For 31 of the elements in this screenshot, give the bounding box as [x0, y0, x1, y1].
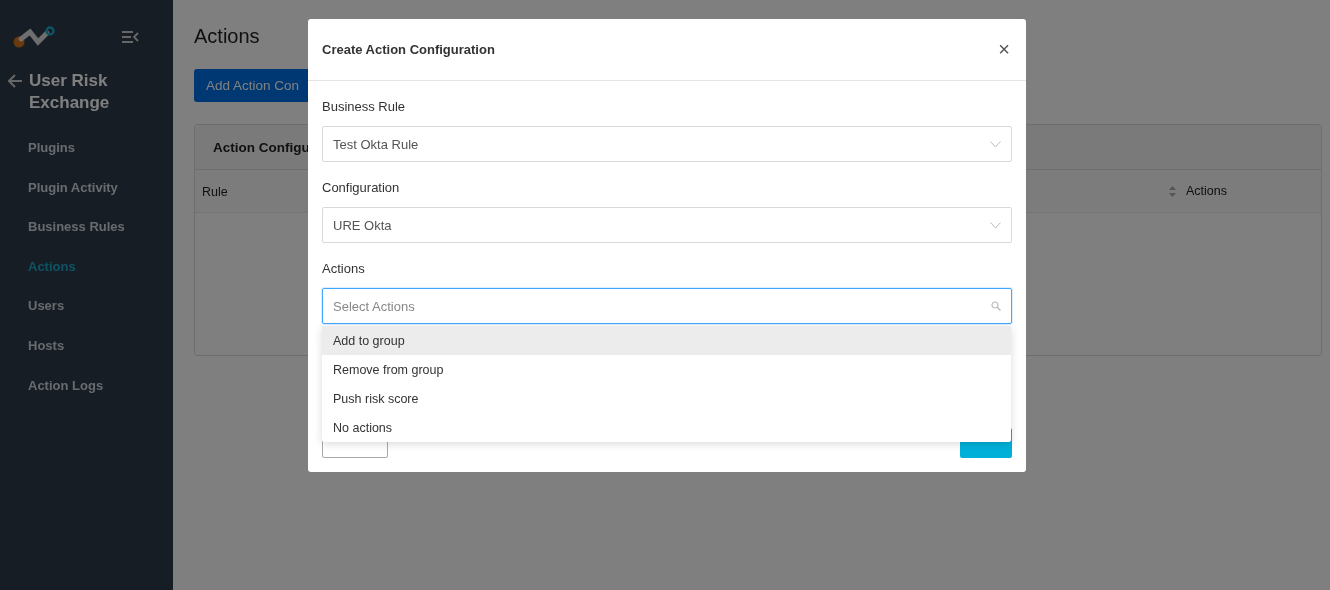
sidebar-item[interactable]: Actions — [0, 255, 173, 278]
collapse-menu-icon[interactable] — [122, 30, 139, 43]
chevron-down-icon — [990, 140, 1001, 148]
search-field[interactable]: Select Actions — [322, 288, 1012, 324]
field-label: Business Rule — [322, 98, 407, 116]
page-title: Actions — [194, 24, 260, 49]
column-header: Rule — [202, 185, 228, 199]
sidebar-item[interactable]: Business Rules — [0, 216, 173, 238]
sidebar-item[interactable]: Hosts — [0, 334, 173, 357]
dropdown-option[interactable]: Add to group — [322, 326, 1011, 355]
sort-icon[interactable] — [1169, 185, 1176, 197]
sidebar-item[interactable]: Users — [0, 295, 173, 317]
field-label: Actions — [322, 260, 366, 278]
dropdown-option[interactable]: No actions — [322, 413, 1011, 442]
sidebar-item[interactable]: Action Logs — [0, 374, 173, 397]
dropdown-option[interactable]: Push risk score — [322, 384, 1011, 413]
dropdown-option[interactable]: Remove from group — [322, 355, 1011, 384]
select-field[interactable]: Test Okta Rule — [322, 126, 1012, 162]
chevron-down-icon — [990, 221, 1001, 229]
app-title: User Risk Exchange — [29, 70, 111, 114]
card-title: Action Configu — [213, 139, 310, 155]
close-button[interactable]: × — [996, 38, 1012, 61]
column-header: Actions — [1186, 184, 1227, 198]
sidebar-item[interactable]: Plugin Activity — [0, 176, 173, 199]
back-arrow-icon[interactable] — [8, 74, 23, 88]
sidebar-item[interactable]: Plugins — [0, 137, 173, 159]
search-icon — [991, 301, 1001, 311]
select-field[interactable]: URE Okta — [322, 207, 1012, 243]
dialog-title: Create Action Configuration — [322, 42, 495, 57]
logo-icon — [12, 25, 56, 48]
field-label: Configuration — [322, 179, 401, 197]
